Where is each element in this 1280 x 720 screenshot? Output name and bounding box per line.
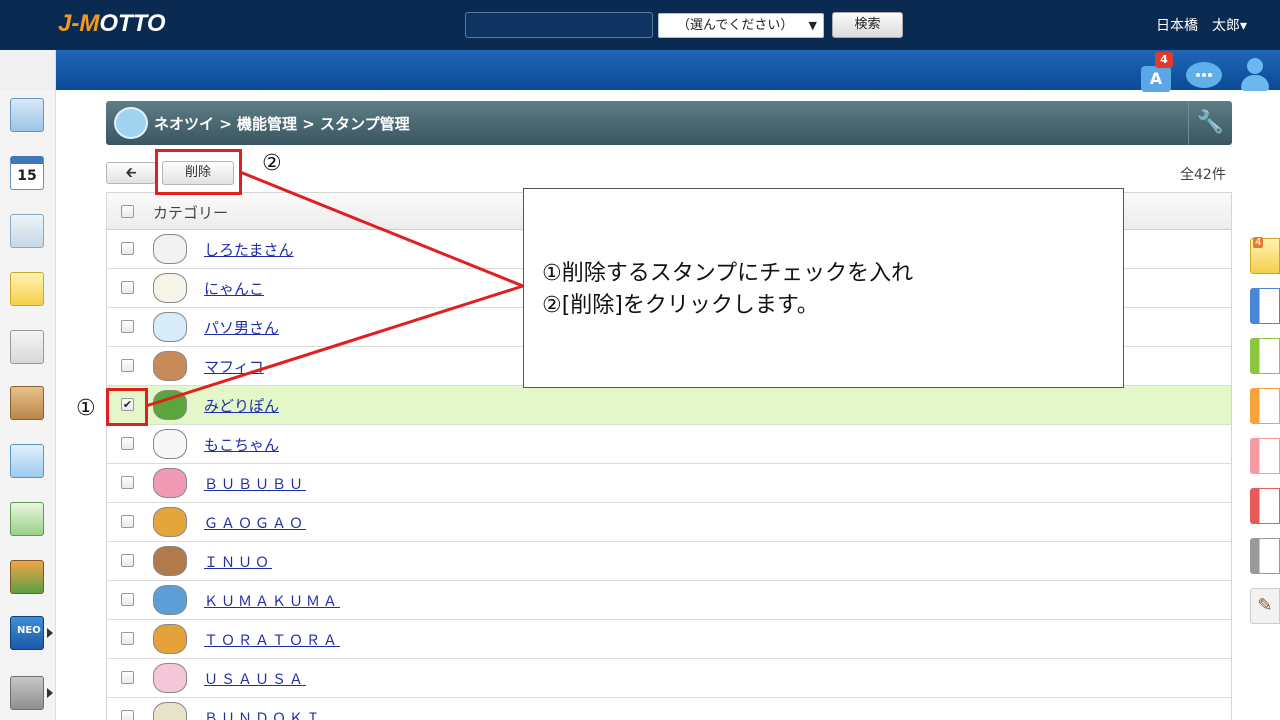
annotation-line-to-checkbox	[145, 284, 524, 408]
checkbox-highlight	[106, 388, 148, 426]
delete-button-highlight	[155, 149, 242, 195]
annotation-line-to-delete	[239, 170, 524, 288]
marker-1: ①	[76, 396, 96, 421]
instruction-line-1: ①削除するスタンプにチェックを入れ	[542, 261, 914, 286]
instruction-callout: ①削除するスタンプにチェックを入れ ②[削除]をクリックします。	[523, 188, 1124, 388]
marker-2: ②	[262, 151, 282, 176]
instruction-line-2: ②[削除]をクリックします。	[542, 293, 819, 318]
